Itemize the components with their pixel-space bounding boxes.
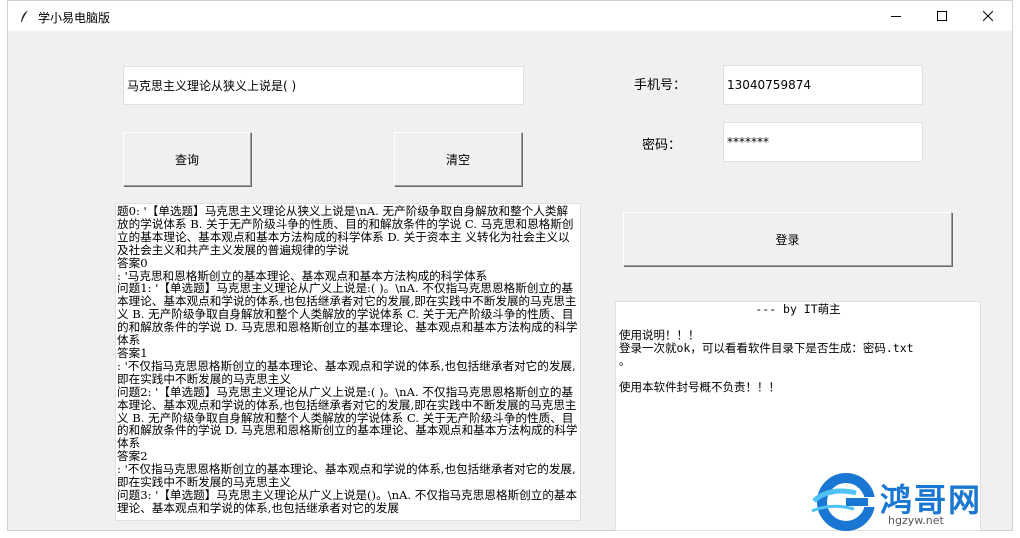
clear-button[interactable]: 清空	[394, 132, 522, 186]
results-line: 答案0	[117, 255, 148, 270]
question-input[interactable]: 马克思主义理论从狭义上说是( )	[123, 66, 524, 105]
results-line: 题0: '【单选题】马克思主义理论从狭义上说是\nA. 无产阶级争取自身解放和整…	[117, 204, 574, 257]
close-icon	[983, 11, 993, 21]
maximize-icon	[937, 11, 947, 21]
info-line: 使用本软件封号概不负责！！！	[619, 380, 780, 394]
clear-button-label: 清空	[445, 152, 470, 167]
search-button[interactable]: 查询	[123, 132, 251, 186]
app-window: 学小易电脑版 马克思主义理论从狭义上说是( ) 查询 清空 手机号： 13040…	[7, 0, 1013, 531]
minimize-icon	[891, 16, 901, 17]
login-button[interactable]: 登录	[623, 212, 952, 266]
password-input[interactable]: *******	[723, 122, 923, 162]
question-input-value: 马克思主义理论从狭义上说是( )	[127, 79, 297, 93]
results-line: : '不仅指马克思恩格斯创立的基本理论、基本观点和学说的体系,也包括继承者对它的…	[117, 358, 576, 386]
results-line: : '不仅指马克思恩格斯创立的基本理论、基本观点和学说的体系,也包括继承者对它的…	[117, 462, 576, 490]
login-button-label: 登录	[775, 232, 800, 247]
watermark-url: hgzyw.net	[888, 514, 944, 527]
minimize-button[interactable]	[873, 1, 919, 31]
results-line: 问题1: '【单选题】马克思主义理论从广义上说是:( )。\nA. 不仅指马克思…	[117, 281, 578, 348]
title-bar: 学小易电脑版	[8, 1, 1012, 31]
maximize-button[interactable]	[919, 1, 965, 31]
close-button[interactable]	[965, 1, 1011, 31]
results-line: 答案1	[117, 345, 148, 360]
results-line: 问题3: '【单选题】马克思主义理论从广义上说是()。\nA. 不仅指马克思恩格…	[117, 487, 578, 515]
g-logo-icon	[811, 473, 876, 531]
info-line: 登录一次就ok，可以看看软件目录下是否生成：密码.txt	[619, 341, 914, 355]
password-label: 密码：	[642, 138, 682, 153]
feather-icon	[21, 9, 30, 22]
results-line: 问题2: '【单选题】马克思主义理论从广义上说是:( )。\nA. 不仅指马克思…	[117, 384, 578, 451]
window-title: 学小易电脑版	[38, 11, 111, 25]
password-input-value: *******	[727, 135, 769, 149]
phone-label: 手机号：	[634, 78, 687, 93]
info-line: 。	[619, 354, 631, 368]
info-line: --- by IT萌主	[755, 302, 841, 316]
search-button-label: 查询	[174, 152, 199, 167]
phone-input-value: 13040759874	[727, 78, 811, 92]
results-textarea[interactable]: 题0: '【单选题】马克思主义理论从狭义上说是\nA. 无产阶级争取自身解放和整…	[115, 203, 581, 521]
watermark: 鸿哥网 hgzyw.net	[810, 471, 1010, 533]
phone-input[interactable]: 13040759874	[723, 65, 923, 105]
